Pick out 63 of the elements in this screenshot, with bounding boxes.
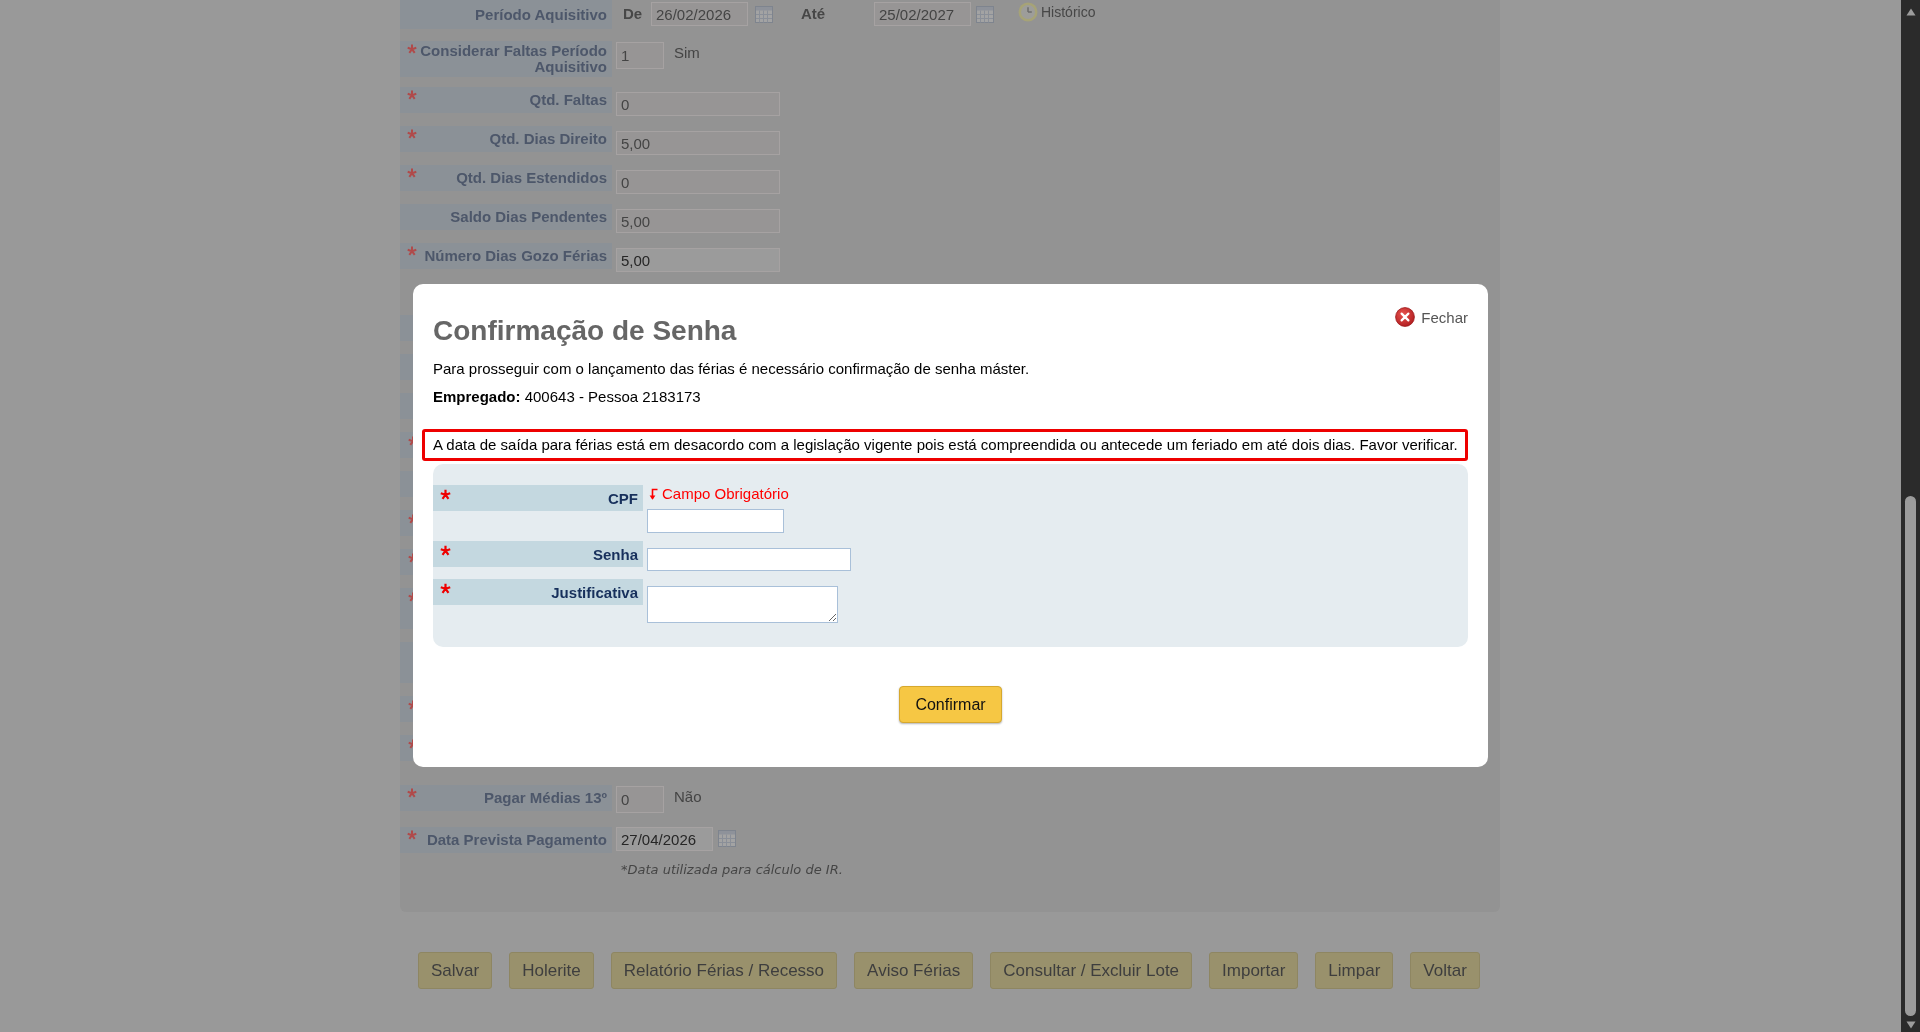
- calendar-icon[interactable]: [718, 830, 736, 847]
- asterisk-icon: [407, 830, 417, 840]
- asterisk-icon: [440, 583, 451, 594]
- scrollbar[interactable]: [1901, 0, 1920, 1032]
- asterisk-icon: [408, 700, 413, 710]
- asterisk-icon: [408, 739, 413, 749]
- action-button[interactable]: Voltar: [1410, 952, 1480, 989]
- arrow-down-icon: [649, 488, 658, 500]
- asterisk-icon: [408, 514, 413, 524]
- field-label: Justificativa: [550, 583, 638, 602]
- alert-message: A data de saída para férias está em desacordo com a legislação vigente pois está compreendida ou antecede um feriado em até dois dias. Favor verificar.: [422, 429, 1468, 461]
- asterisk-icon: [407, 129, 417, 139]
- close-icon: [1395, 307, 1416, 327]
- action-button[interactable]: Limpar: [1315, 952, 1394, 989]
- field-label: Saldo Dias Pendentes: [449, 209, 607, 225]
- field-label: Qtd. Faltas: [528, 92, 607, 108]
- field-note: Não: [674, 788, 702, 806]
- asterisk-icon: [407, 90, 417, 100]
- asterisk-icon: [440, 489, 451, 500]
- action-button[interactable]: Aviso Férias: [854, 952, 974, 989]
- asterisk-icon: [408, 436, 413, 446]
- field-label: Até: [801, 6, 827, 22]
- employee-info: Empregado: 400643 - Pessoa 2183173: [433, 388, 702, 406]
- field-label: Data Prevista Pagamento: [425, 832, 607, 848]
- asterisk-icon: [407, 788, 417, 798]
- scroll-down-icon[interactable]: [1905, 1021, 1916, 1029]
- field-label: Número Dias Gozo Férias: [423, 248, 607, 264]
- input-field[interactable]: [647, 509, 784, 533]
- asterisk-icon: [408, 592, 413, 602]
- action-button[interactable]: Consultar / Excluir Lote: [990, 952, 1193, 989]
- action-button[interactable]: Importar: [1209, 952, 1299, 989]
- field-label: CPF: [607, 489, 638, 508]
- error-message: Campo Obrigatório: [662, 485, 789, 503]
- field-label: Pagar Médias 13º: [482, 790, 607, 806]
- field-label: Considerar Faltas Período Aquisitivo: [419, 43, 607, 75]
- field-label: Qtd. Dias Direito: [488, 131, 607, 147]
- asterisk-icon: [407, 246, 417, 256]
- field-label: Senha: [592, 545, 638, 564]
- field-note: Sim: [674, 44, 700, 62]
- action-button[interactable]: Salvar: [418, 952, 493, 989]
- asterisk-icon: [407, 168, 417, 178]
- field-hint: *Data utilizada para cálculo de IR.: [621, 862, 843, 878]
- history-link[interactable]: Histórico: [1018, 2, 1096, 22]
- asterisk-icon: [407, 44, 417, 54]
- confirm-button[interactable]: Confirmar: [899, 686, 1002, 723]
- calendar-icon[interactable]: [755, 6, 773, 23]
- scrollbar-thumb[interactable]: [1905, 496, 1916, 1016]
- password-field[interactable]: [647, 548, 851, 571]
- field-label: De: [623, 6, 644, 22]
- close-button[interactable]: Fechar: [1395, 307, 1468, 327]
- field-label: Qtd. Dias Estendidos: [455, 170, 607, 186]
- input-field[interactable]: 27/04/2026: [616, 827, 713, 851]
- scroll-up-icon[interactable]: [1905, 8, 1916, 16]
- text-area[interactable]: [647, 586, 838, 623]
- dialog-message: Para prosseguir com o lançamento das férias é necessário confirmação de senha máster.: [433, 360, 1031, 378]
- calendar-icon[interactable]: [976, 6, 994, 23]
- input-field[interactable]: 5,00: [616, 248, 780, 272]
- asterisk-icon: [440, 545, 451, 556]
- action-button[interactable]: Relatório Férias / Recesso: [610, 952, 838, 989]
- asterisk-icon: [408, 553, 413, 563]
- dialog-title: Confirmação de Senha: [433, 315, 737, 347]
- field-label: Período Aquisitivo: [474, 6, 607, 23]
- action-button[interactable]: Holerite: [509, 952, 594, 989]
